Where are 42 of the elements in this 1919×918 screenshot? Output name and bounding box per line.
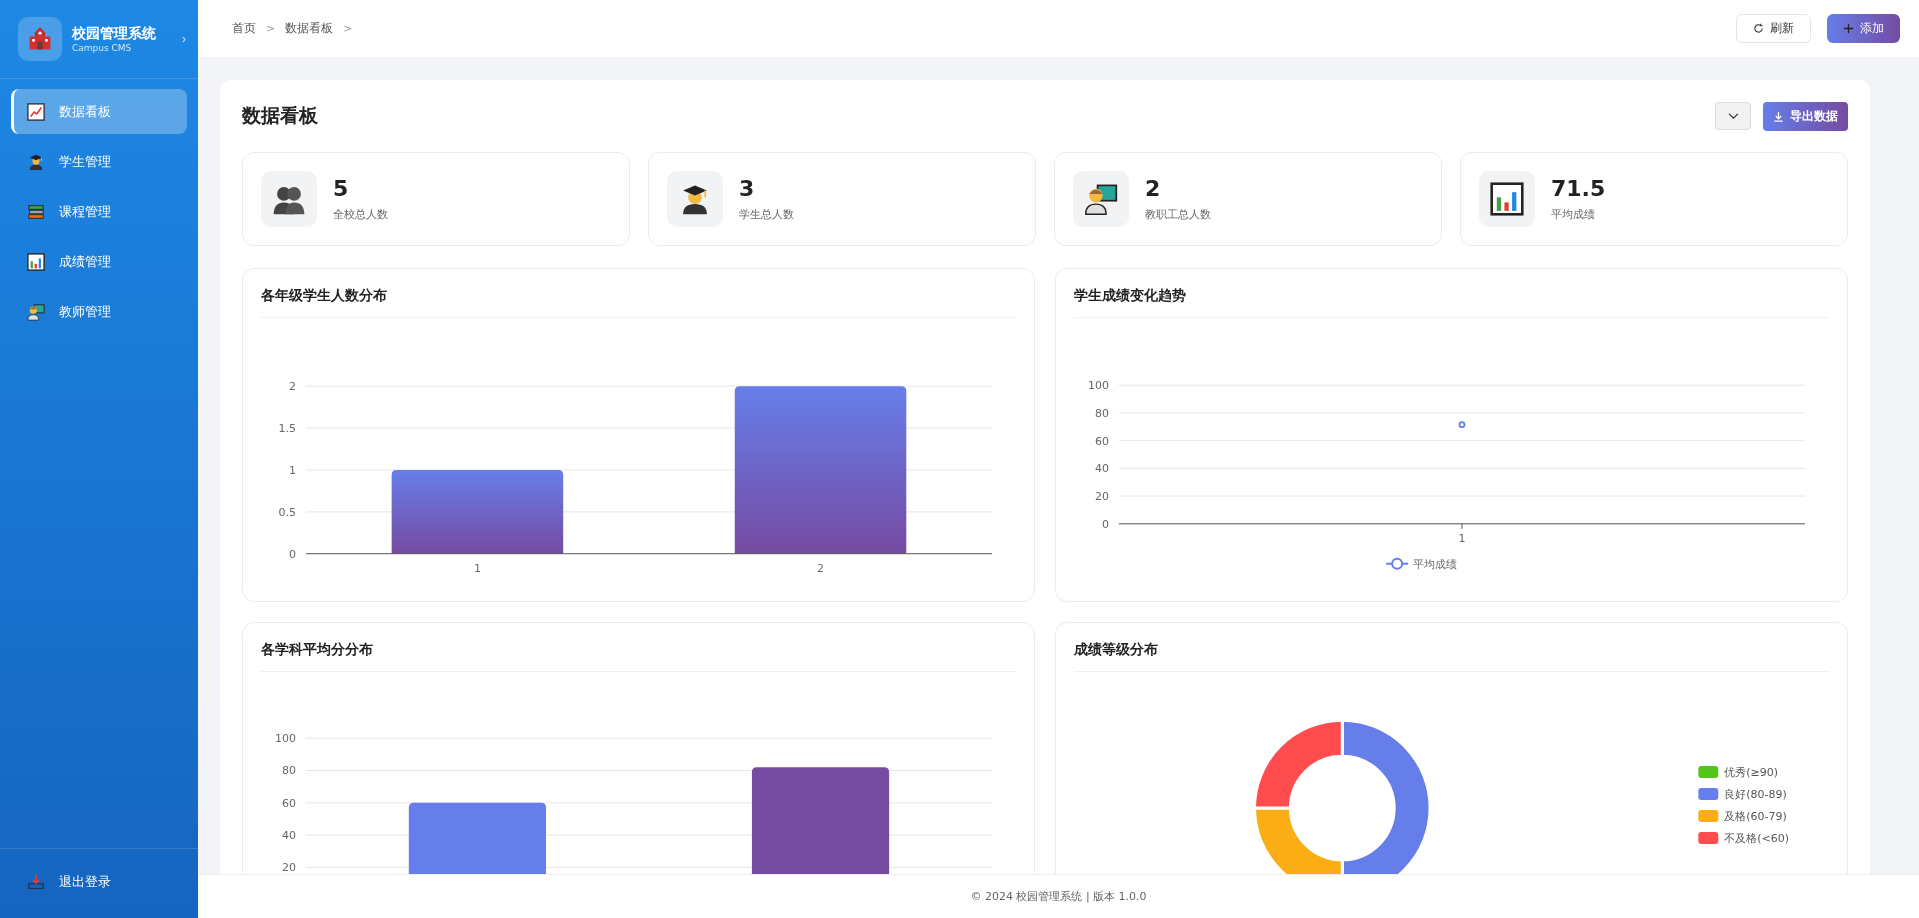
axis-tick-label: 1	[473, 561, 481, 575]
chart-title: 各学科平均分分布	[261, 641, 1016, 672]
axis-tick-label: 20	[281, 861, 296, 874]
axis-tick-label: 0	[1101, 517, 1109, 531]
breadcrumb-separator: >	[343, 22, 353, 35]
legend-label: 优秀(≥90)	[1724, 766, 1778, 780]
legend-label: 平均成绩	[1413, 557, 1458, 571]
axis-tick-label: 2	[288, 380, 296, 394]
axis-tick-label: 0	[288, 547, 296, 561]
axis-tick-label: 0.5	[278, 505, 296, 519]
stat-value: 5	[333, 176, 350, 201]
breadcrumb-separator: >	[266, 22, 276, 35]
stat-label: 教职工总人数	[1145, 207, 1211, 222]
axis-tick-label: 60	[1094, 434, 1109, 448]
axis-tick-label: 80	[1094, 406, 1109, 420]
axis-tick-label: 20	[1094, 490, 1109, 504]
footer-text: © 2024 校园管理系统 | 版本 1.0.0	[970, 889, 1147, 904]
axis-tick-label: 2	[817, 561, 824, 575]
stat-value: 71.5	[1551, 176, 1606, 201]
app-subtitle: Campus CMS	[72, 43, 133, 53]
axis-tick-label: 80	[281, 764, 296, 778]
axis-tick-label: 100	[1087, 379, 1109, 393]
legend-label: 不及格(<60)	[1724, 831, 1789, 845]
app-title: 校园管理系统	[72, 25, 157, 43]
stat-label: 平均成绩	[1551, 207, 1596, 222]
axis-tick-label: 40	[1094, 462, 1109, 476]
legend-label: 良好(80-89)	[1724, 788, 1787, 801]
axis-tick-label: 1	[288, 463, 296, 477]
axis-tick-label: 40	[281, 829, 296, 843]
page-title: 数据看板	[242, 103, 318, 128]
axis-tick-label: 60	[281, 796, 296, 810]
chart-title: 各年级学生人数分布	[261, 287, 1016, 318]
axis-tick-label: 1.5	[278, 422, 296, 436]
stat-label: 全校总人数	[333, 207, 388, 222]
stat-label: 学生总人数	[739, 207, 794, 222]
chart-title: 成绩等级分布	[1074, 641, 1829, 672]
stat-value: 2	[1145, 176, 1162, 201]
axis-tick-label: 100	[274, 732, 296, 746]
legend-label: 及格(60-79)	[1724, 809, 1787, 823]
axis-tick-label: 1	[1458, 531, 1466, 545]
chart-title: 学生成绩变化趋势	[1074, 287, 1829, 318]
stat-value: 3	[739, 176, 756, 201]
